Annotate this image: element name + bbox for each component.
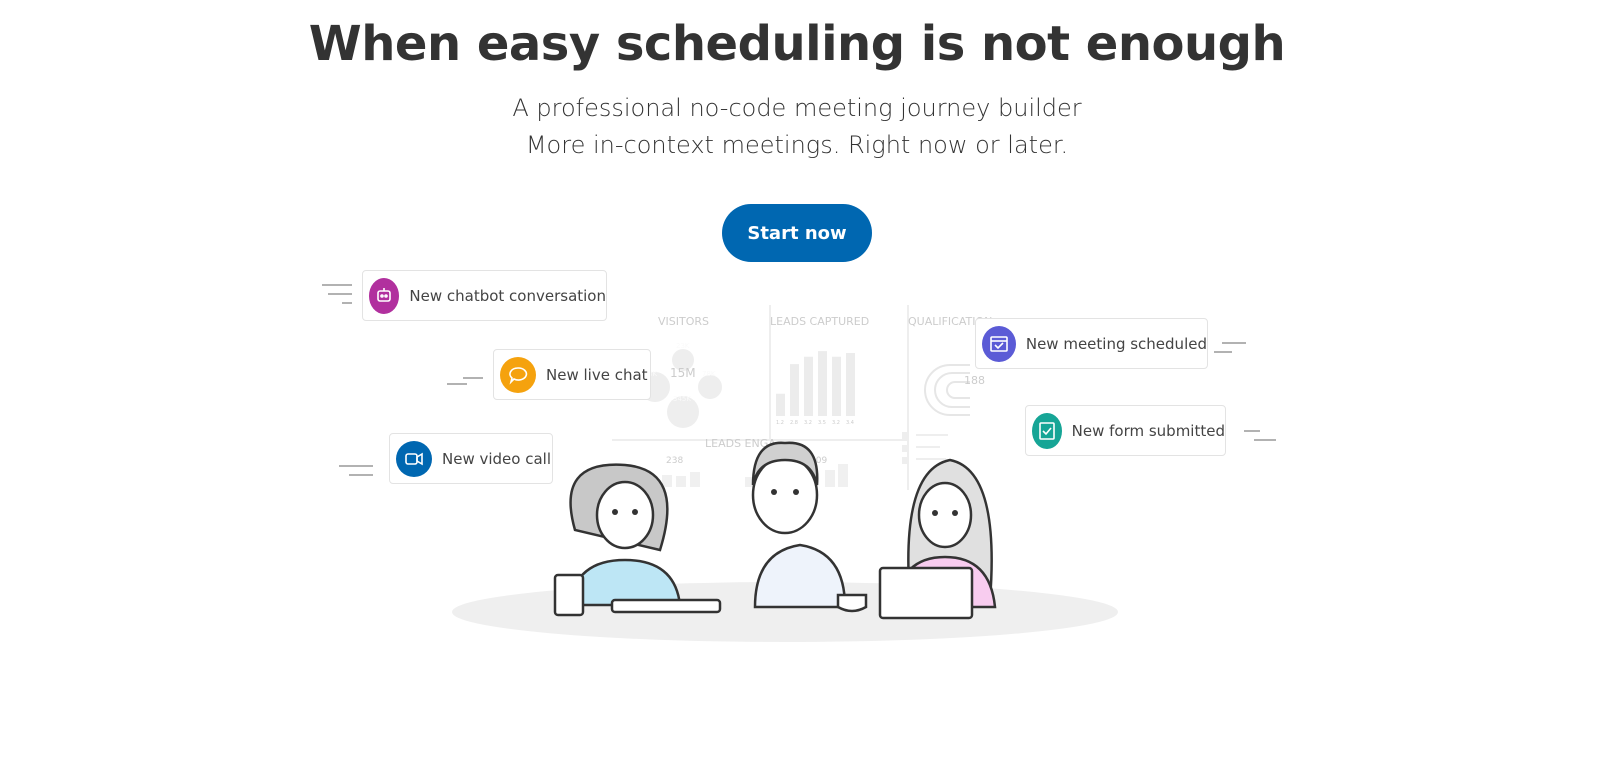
motion-lines — [1244, 430, 1276, 441]
bar-label: 1.2 — [776, 420, 784, 426]
leads-bar — [776, 393, 785, 416]
leads-captured-title: LEADS CAPTURED — [770, 315, 870, 328]
visitors-bubble: 345K — [673, 395, 691, 403]
motion-lines — [339, 465, 373, 476]
event-label: New chatbot conversation — [409, 286, 606, 305]
start-now-button[interactable]: Start now — [722, 204, 872, 262]
page-title: When easy scheduling is not enough — [308, 16, 1286, 72]
subtitle-line-2: More in-context meetings. Right now or l… — [525, 131, 1069, 159]
form-check-icon — [1032, 412, 1062, 449]
qualification-value: 188 — [964, 374, 985, 387]
motion-lines — [447, 377, 483, 385]
motion-lines — [1214, 342, 1246, 353]
event-label: New live chat — [546, 365, 648, 384]
leads-bar — [804, 356, 813, 416]
chatbot-icon — [369, 277, 400, 314]
leads-bar — [818, 351, 827, 416]
leads-bar — [790, 364, 799, 416]
visitors-bubble: 78K — [702, 370, 716, 378]
motion-lines — [322, 284, 352, 304]
bar-label: 3.2 — [804, 420, 812, 426]
bar-label: 3.2 — [832, 420, 840, 426]
event-card: New meeting scheduled — [975, 318, 1208, 369]
event-label: New form submitted — [1071, 421, 1225, 440]
event-card: New form submitted — [1025, 405, 1226, 456]
bar-label: 2.8 — [790, 420, 798, 426]
leads-bar — [846, 353, 855, 416]
calendar-check-icon — [982, 325, 1016, 362]
bar-label: 3.5 — [818, 420, 826, 426]
subtitle-line-1: A professional no-code meeting journey b… — [512, 94, 1082, 122]
event-card: New live chat — [493, 349, 651, 400]
event-card: New video call — [389, 433, 553, 484]
leads-bar — [832, 356, 841, 416]
event-card: New chatbot conversation — [362, 270, 607, 321]
visitors-total: 15M — [670, 366, 696, 380]
visitors-title: VISITORS — [658, 315, 709, 328]
visitors-bubble: 23K — [676, 342, 690, 350]
event-label: New meeting scheduled — [1025, 334, 1207, 353]
bar-label: 3.4 — [846, 420, 854, 426]
event-label: New video call — [442, 449, 551, 468]
video-camera-icon — [396, 440, 432, 477]
chat-bubble-icon — [500, 356, 536, 393]
